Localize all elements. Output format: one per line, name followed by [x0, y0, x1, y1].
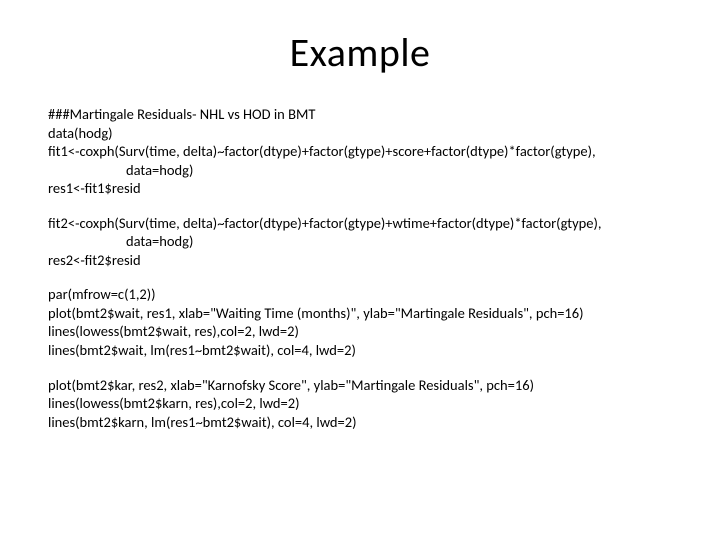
code-block-1: ###Martingale Residuals- NHL vs HOD in B… [48, 105, 672, 198]
code-line: res1<-fit1$resid [48, 179, 672, 198]
code-line: par(mfrow=c(1,2)) [48, 285, 672, 304]
code-line: ###Martingale Residuals- NHL vs HOD in B… [48, 105, 672, 124]
code-block-4: plot(bmt2$kar, res2, xlab="Karnofsky Sco… [48, 376, 672, 432]
code-line: fit1<-coxph(Surv(time, delta)~factor(dty… [48, 142, 672, 161]
slide-title: Example [48, 28, 672, 77]
code-line: data=hodg) [48, 161, 672, 180]
code-line: lines(lowess(bmt2$wait, res),col=2, lwd=… [48, 322, 672, 341]
code-line: data=hodg) [48, 232, 672, 251]
slide: Example ###Martingale Residuals- NHL vs … [0, 0, 720, 540]
code-line: plot(bmt2$kar, res2, xlab="Karnofsky Sco… [48, 376, 672, 395]
code-block-2: fit2<-coxph(Surv(time, delta)~factor(dty… [48, 214, 672, 270]
code-line: lines(lowess(bmt2$karn, res),col=2, lwd=… [48, 394, 672, 413]
code-line: plot(bmt2$wait, res1, xlab="Waiting Time… [48, 304, 672, 323]
code-line: lines(bmt2$karn, lm(res1~bmt2$wait), col… [48, 413, 672, 432]
code-line: data(hodg) [48, 124, 672, 143]
code-block-3: par(mfrow=c(1,2)) plot(bmt2$wait, res1, … [48, 285, 672, 359]
code-line: fit2<-coxph(Surv(time, delta)~factor(dty… [48, 214, 672, 233]
code-line: lines(bmt2$wait, lm(res1~bmt2$wait), col… [48, 341, 672, 360]
code-line: res2<-fit2$resid [48, 251, 672, 270]
